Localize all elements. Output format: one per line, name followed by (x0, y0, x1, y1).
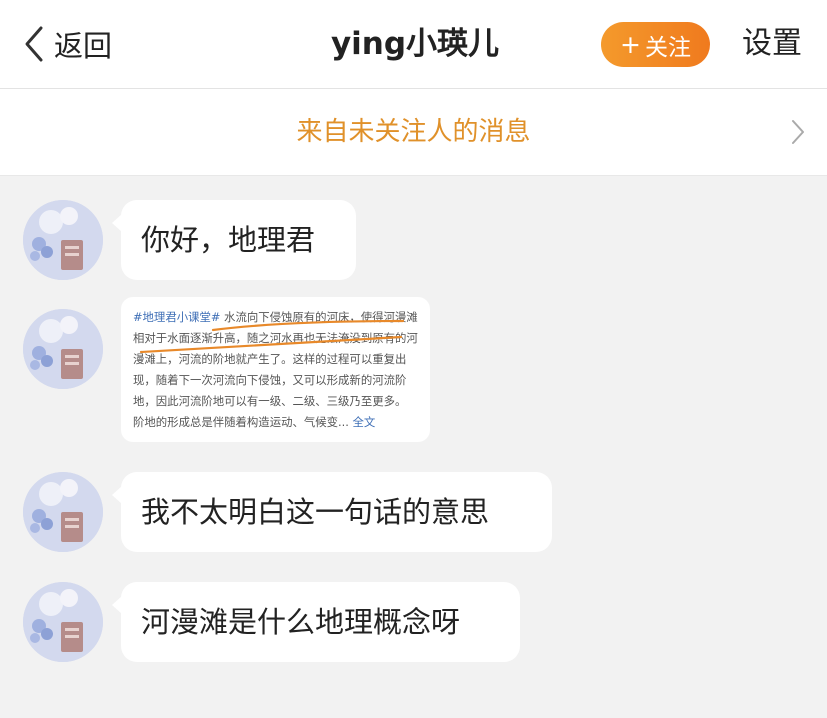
post-body: 水流向下侵蚀原有的河床，使得河漫滩相对于水面逐渐升高，随之河水再也无法淹没到原有… (133, 310, 418, 408)
message-bubble[interactable]: 河漫滩是什么地理概念呀 (112, 582, 520, 662)
chevron-left-icon (25, 26, 43, 62)
settings-button[interactable]: 设置 (742, 22, 802, 66)
back-label: 返回 (54, 29, 113, 63)
message-bubble[interactable]: 你好，地理君 (112, 200, 356, 280)
chevron-right-icon (792, 120, 804, 144)
notice-text: 来自未关注人的消息 (296, 117, 531, 147)
shared-post-image[interactable]: #地理君小课堂# 水流向下侵蚀原有的河床，使得河漫滩相对于水面逐渐升高，随之河水… (121, 297, 430, 442)
follow-label: 关注 (644, 34, 691, 61)
avatar[interactable] (23, 472, 103, 552)
message-text: 我不太明白这一句话的意思 (141, 495, 490, 529)
avatar[interactable] (23, 582, 103, 662)
avatar[interactable] (23, 200, 103, 280)
topic-tag[interactable]: #地理君小课堂# (133, 310, 220, 324)
post-tail: 阶地的形成总是伴随着构造运动、气候变... (133, 415, 349, 429)
avatar-image (23, 472, 103, 552)
follow-button[interactable]: + 关注 (601, 22, 710, 67)
top-bar: 返回 ying小瑛儿 + 关注 设置 (0, 0, 827, 89)
back-button[interactable]: 返回 (22, 22, 112, 66)
page-title: ying小瑛儿 (330, 26, 500, 62)
avatar-image (23, 309, 103, 389)
avatar[interactable] (23, 309, 103, 389)
read-more-link[interactable]: 全文 (353, 415, 376, 429)
message-bubble[interactable]: 我不太明白这一句话的意思 (112, 472, 552, 552)
avatar-image (23, 582, 103, 662)
avatar-image (23, 200, 103, 280)
message-text: 你好，地理君 (141, 223, 316, 257)
unfollowed-messages-banner[interactable]: 来自未关注人的消息 (0, 89, 827, 176)
plus-icon: + (620, 30, 641, 59)
shared-post-text: #地理君小课堂# 水流向下侵蚀原有的河床，使得河漫滩相对于水面逐渐升高，随之河水… (133, 307, 423, 433)
message-text: 河漫滩是什么地理概念呀 (141, 605, 461, 639)
